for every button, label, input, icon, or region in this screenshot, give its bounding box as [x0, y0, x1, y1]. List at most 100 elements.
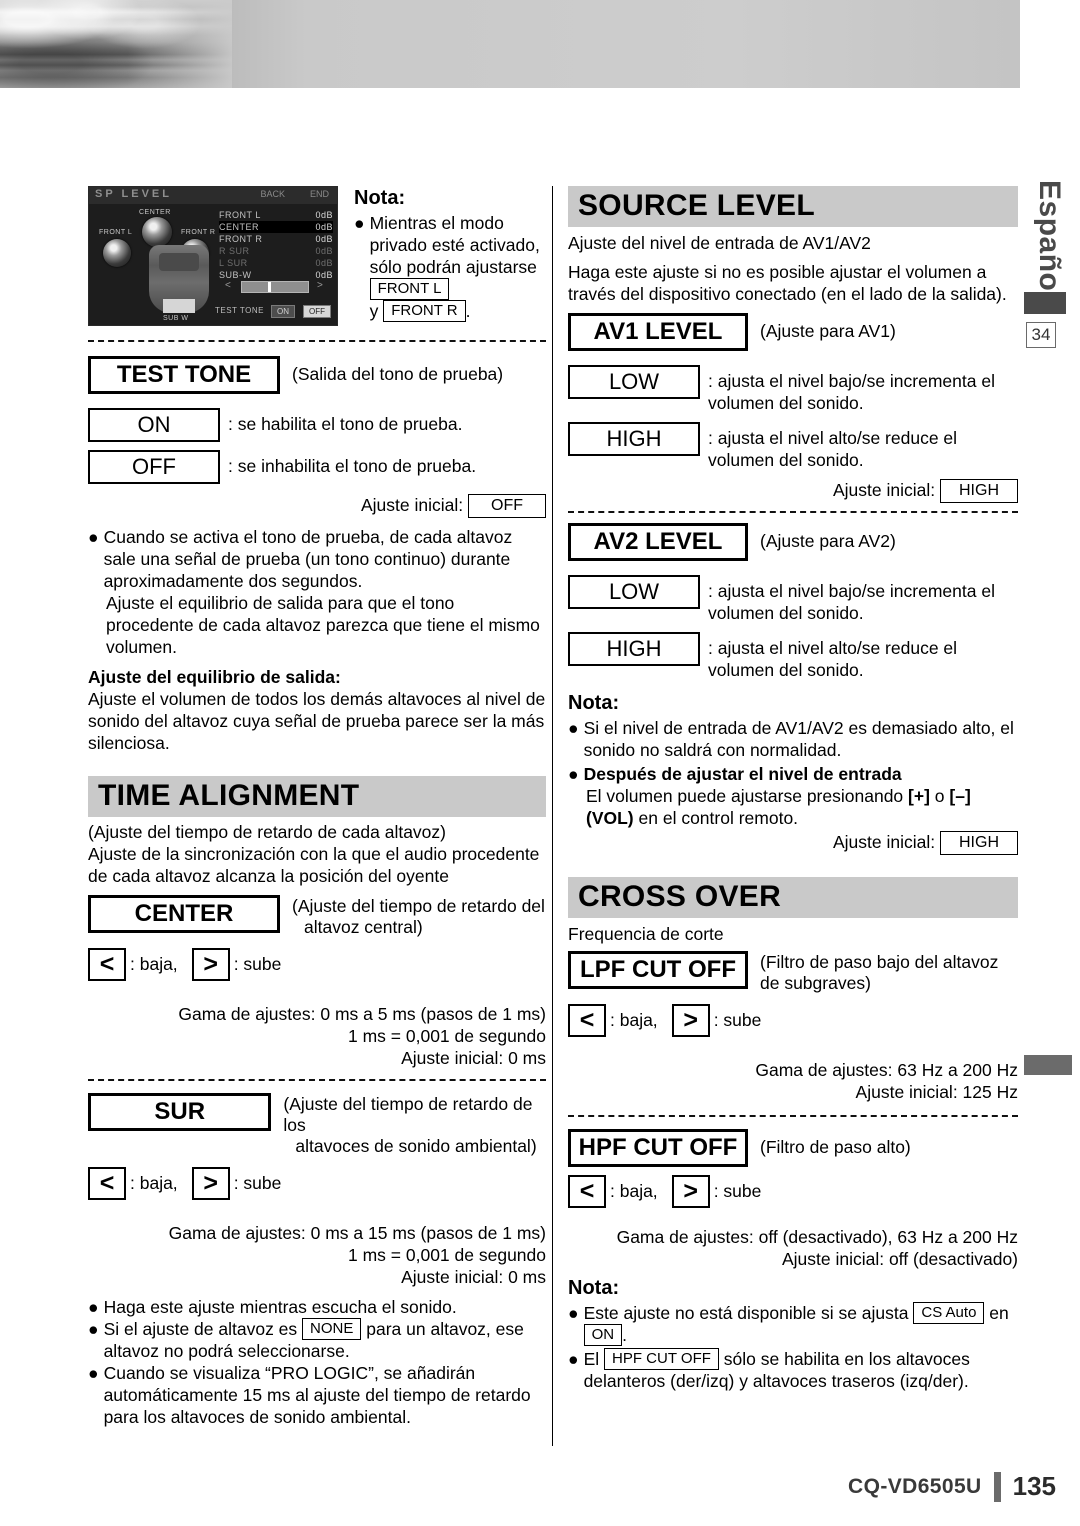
lcd-test-tone-label: TEST TONE [215, 306, 264, 315]
sur-caption-line1: (Ajuste del tiempo de retardo de los [283, 1094, 533, 1135]
key-high[interactable]: HIGH [568, 632, 700, 666]
page-content: SP LEVEL BACK END CENTER FRONT L FRONT R… [0, 0, 1020, 1526]
key-volume-plus[interactable]: [+] [908, 786, 930, 806]
lcd-level-row[interactable]: FRONT R 0dB [219, 233, 333, 245]
lpf-caption-line1: (Filtro de paso bajo del altavoz [760, 952, 999, 972]
source-note-detail: El volumen puede ajustarse presionando [… [586, 785, 1018, 829]
lcd-level-list: FRONT L 0dB CENTER 0dB FRONT R 0dB R SUR… [219, 209, 333, 281]
cross-note-pre: Este ajuste no está disponible si se aju… [583, 1303, 909, 1323]
initial-setting-value: HIGH [940, 479, 1018, 503]
language-tab-label: Español [1033, 180, 1066, 301]
time-alignment-sub1: (Ajuste del tiempo de retardo de cada al… [88, 822, 446, 842]
key-test-tone[interactable]: TEST TONE [88, 356, 280, 394]
divider-dashed [568, 1115, 1018, 1117]
initial-setting-value: OFF [468, 494, 546, 518]
sur-caption-line2: altavoces de sonido ambiental) [295, 1136, 537, 1156]
bullet-dot-icon: ● [568, 764, 579, 784]
key-hpf-cut-off-inline[interactable]: HPF CUT OFF [604, 1348, 719, 1370]
key-on[interactable]: ON [583, 1324, 623, 1346]
lcd-level-row[interactable]: R SUR 0dB [219, 245, 333, 257]
sur-caption: (Ajuste del tiempo de retardo de los alt… [283, 1093, 546, 1157]
test-tone-bullet-cont: Ajuste el equilibrio de salida para que … [106, 593, 540, 657]
lcd-test-tone-off-button[interactable]: OFF [303, 305, 331, 318]
arrow-right-desc: : sube [233, 1173, 282, 1193]
arrow-right-desc: : sube [233, 954, 282, 974]
lcd-level-name: FRONT R [219, 234, 263, 244]
test-tone-on-desc: : se habilita el tono de prueba. [228, 414, 463, 434]
arrow-left-desc: : baja, [610, 1181, 658, 1201]
lcd-level-slider[interactable] [241, 281, 309, 293]
key-on[interactable]: ON [88, 408, 220, 442]
av1-high-desc: : ajusta el nivel alto/se reduce el volu… [708, 428, 958, 470]
key-off[interactable]: OFF [88, 450, 220, 484]
lcd-level-value: 0dB [315, 258, 333, 268]
arrow-right-icon[interactable]: > [191, 1167, 230, 1200]
arrow-left-icon[interactable]: < [88, 1167, 126, 1200]
sur-range: Gama de ajustes: 0 ms a 15 ms (pasos de … [168, 1223, 546, 1243]
lcd-level-row[interactable]: L SUR 0dB [219, 257, 333, 269]
key-none[interactable]: NONE [302, 1318, 362, 1340]
lcd-center-speaker-icon [142, 217, 172, 247]
source-note-detail-post: en el control remoto. [638, 808, 799, 828]
lcd-level-value: 0dB [315, 246, 333, 256]
arrow-right-icon[interactable]: > [191, 948, 230, 981]
key-center[interactable]: CENTER [88, 895, 280, 933]
key-av2-level[interactable]: AV2 LEVEL [568, 523, 748, 561]
lcd-level-row[interactable]: CENTER 0dB [219, 221, 333, 233]
cross-note-mid: en [989, 1303, 1009, 1323]
source-note-detail-pre: El volumen puede ajustarse presionando [586, 786, 904, 806]
source-level-sub1: Ajuste del nivel de entrada de AV1/AV2 [568, 233, 871, 253]
key-av1-level[interactable]: AV1 LEVEL [568, 313, 748, 351]
key-sur[interactable]: SUR [88, 1093, 272, 1131]
right-column: SOURCE LEVEL Ajuste del nivel de entrada… [568, 186, 1018, 1392]
key-front-r[interactable]: FRONT R [383, 300, 466, 322]
center-ms-note: 1 ms = 0,001 de segundo [348, 1026, 546, 1046]
lcd-level-row[interactable]: FRONT L 0dB [219, 209, 333, 221]
key-cs-auto[interactable]: CS Auto [913, 1302, 985, 1324]
arrow-left-icon[interactable]: < [88, 948, 126, 981]
key-low[interactable]: LOW [568, 365, 700, 399]
key-hpf-cut-off[interactable]: HPF CUT OFF [568, 1129, 748, 1167]
key-front-l[interactable]: FRONT L [369, 278, 450, 300]
lcd-front-left-speaker-icon [103, 239, 131, 267]
arrow-right-desc: : sube [713, 1181, 762, 1201]
note-bullet-text: Mientras el modo privado esté activa­do,… [369, 213, 540, 277]
arrow-right-icon[interactable]: > [671, 1175, 710, 1208]
av2-initial-row: Ajuste inicial: HIGH [568, 831, 1018, 855]
av2-high-desc: : ajusta el nivel alto/se reduce el volu… [708, 638, 958, 680]
chapter-marker: 34 [1026, 322, 1056, 348]
lcd-back-button[interactable]: BACK [260, 189, 285, 199]
lcd-level-row[interactable]: SUB-W 0dB [219, 269, 333, 281]
key-volume-minus[interactable]: [–] [949, 786, 970, 806]
source-note-text: Si el nivel de entrada de AV1/AV2 es dem… [583, 718, 1014, 760]
center-range: Gama de ajustes: 0 ms a 5 ms (pasos de 1… [178, 1004, 546, 1024]
arrow-right-icon[interactable]: > [671, 1004, 710, 1037]
column-divider [552, 186, 553, 1446]
arrow-left-icon[interactable]: < [568, 1175, 606, 1208]
test-tone-off-desc: : se inhabilita el tono de prueba. [228, 456, 477, 476]
key-lpf-cut-off[interactable]: LPF CUT OFF [568, 951, 748, 989]
lcd-test-tone-on-button[interactable]: ON [271, 305, 295, 318]
lcd-slider-right-arrow-icon[interactable]: > [317, 280, 323, 291]
key-high[interactable]: HIGH [568, 422, 700, 456]
bullet-dot-icon: ● [88, 1297, 99, 1317]
section-banner-source-level: SOURCE LEVEL [568, 186, 1018, 227]
test-tone-initial-row: Ajuste inicial: OFF [88, 494, 546, 518]
time-note-bullet: ● Si el ajuste de altavoz es NONE para u… [88, 1318, 546, 1362]
chapter-tab-bar-secondary [1024, 1055, 1072, 1075]
source-note-bullet-bold: ● Después de ajustar el nivel de entrada [568, 763, 1018, 785]
lcd-end-button[interactable]: END [310, 189, 329, 199]
cross-over-note-bullet: ● El HPF CUT OFF sólo se habilita en los… [568, 1348, 1018, 1392]
lcd-slider-left-arrow-icon[interactable]: < [225, 280, 231, 291]
av2-low-desc: : ajusta el nivel bajo/se incrementa el … [708, 581, 995, 623]
center-key-row: CENTER (Ajuste del tiempo de retardo del… [88, 895, 546, 938]
key-low[interactable]: LOW [568, 575, 700, 609]
key-vol[interactable]: (VOL) [586, 808, 634, 828]
hpf-initial: Ajuste inicial: off (desactivado) [781, 1249, 1018, 1269]
time-alignment-sub2: Ajuste de la sincronización con la que e… [88, 844, 540, 886]
sur-key-row: SUR (Ajuste del tiempo de retardo de los… [88, 1093, 546, 1157]
arrow-left-desc: : baja, [610, 1010, 658, 1030]
note-bullet-mid: y [369, 301, 379, 321]
arrow-left-icon[interactable]: < [568, 1004, 606, 1037]
lpf-initial: Ajuste inicial: 125 Hz [855, 1082, 1018, 1102]
